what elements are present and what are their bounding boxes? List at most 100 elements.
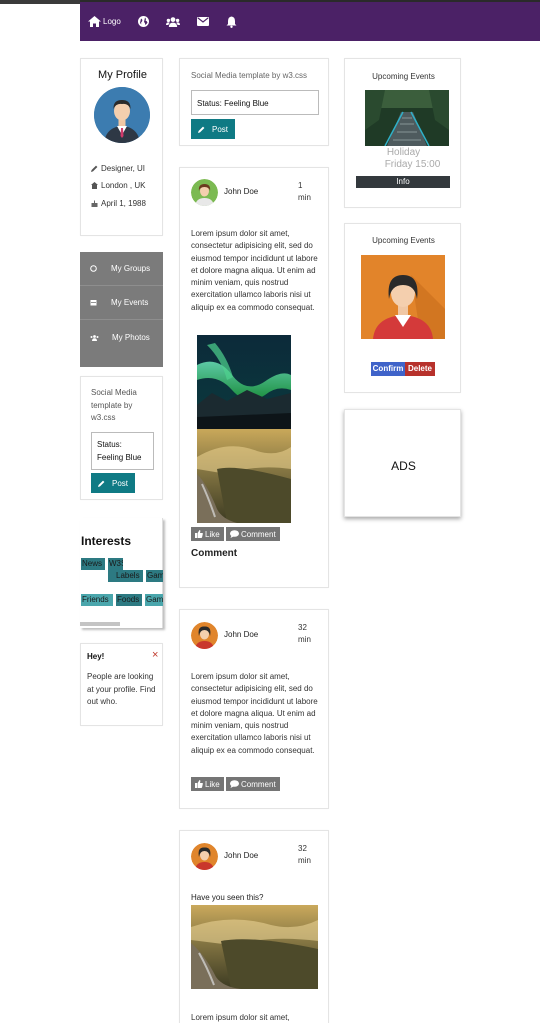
calendar-icon (90, 300, 97, 306)
globe-icon (137, 16, 149, 27)
menu-my-events[interactable]: My Events (80, 286, 163, 320)
post-3-text: Lorem ipsum dolor sit amet, (191, 1013, 290, 1022)
profile-job-row: Designer, UI (91, 164, 145, 173)
event-info-button[interactable]: Info (356, 176, 450, 188)
menu-my-photos[interactable]: My Photos (80, 320, 163, 367)
post-1-text: Lorem ipsum dolor sit amet, consectetur … (191, 229, 318, 312)
ads-label: ADS (391, 459, 416, 473)
left-status-card: Social Media template by w3.css Status: … (80, 376, 163, 500)
left-post-label: Post (111, 478, 128, 488)
friend-confirm-button[interactable]: Confirm (371, 362, 405, 376)
home-logo-link[interactable]: Logo (88, 2, 121, 41)
post-2-time: 32 min (298, 623, 311, 644)
pencil-icon (197, 126, 205, 133)
profile-card: My Profile Designer, UI London , UK Apri… (80, 58, 163, 236)
events-title: Upcoming Events (372, 72, 435, 81)
globe-link[interactable] (137, 2, 149, 41)
interests-title: Interests (81, 534, 132, 548)
profile-birthday-row: April 1, 1988 (91, 199, 146, 208)
post-card-1: John Doe 1 min Lorem ipsum dolor sit ame… (179, 167, 329, 588)
profile-birthday: April 1, 1988 (101, 199, 146, 208)
post-3-time: 32 min (298, 844, 311, 865)
post-1-image-mountains[interactable] (197, 429, 291, 523)
post-2-like-button[interactable]: Like (191, 777, 224, 791)
interests-card: Interests News W3Schools Labels Games Fr… (80, 518, 163, 628)
logo-label: Logo (103, 17, 121, 26)
post-1-time: 1 min (298, 181, 311, 202)
menu-my-events-label: My Events (111, 298, 149, 307)
event-name: Holiday (386, 147, 421, 158)
menu-my-groups-label: My Groups (111, 264, 151, 273)
profile-avatar (94, 87, 150, 143)
friend-delete-button[interactable]: Delete (405, 362, 435, 376)
post-2-like-label: Like (205, 779, 220, 789)
interest-tag-news[interactable]: News (81, 558, 105, 570)
users-icon (165, 16, 180, 27)
post-3-image-mountains[interactable] (191, 905, 318, 989)
post-2-text: Lorem ipsum dolor sit amet, consectetur … (191, 672, 318, 755)
alert-card: Hey! × People are looking at your profil… (80, 643, 163, 726)
post-card-3: John Doe 32 min Have you seen this? Lore… (179, 830, 329, 1023)
thumbs-up-icon (195, 780, 203, 788)
menu-my-groups[interactable]: My Groups (80, 252, 163, 286)
composer-post-label: Post (211, 124, 228, 134)
post-1-like-button[interactable]: Like (191, 527, 224, 541)
messages-link[interactable] (196, 2, 209, 41)
post-2-author[interactable]: John Doe (224, 630, 258, 639)
post-2-comment-label: Comment (241, 779, 276, 789)
post-1-comment-heading: Comment (191, 548, 238, 559)
composer-card: Social Media template by w3.css Status: … (179, 58, 329, 146)
composer-status-input[interactable]: Status: Feeling Blue (191, 90, 319, 115)
events-card: Upcoming Events Holiday Friday 15:00 Inf… (344, 58, 461, 208)
composer-caption: Social Media template by w3.css (191, 71, 308, 80)
interest-tag-friends[interactable]: Friends (81, 594, 113, 606)
left-post-button[interactable]: Post (91, 473, 135, 493)
friends-link[interactable] (165, 2, 180, 41)
post-1-avatar (191, 179, 218, 206)
friend-request-title: Upcoming Events (372, 236, 435, 245)
post-3-author[interactable]: John Doe (224, 851, 258, 860)
top-navbar: Logo (80, 0, 540, 41)
post-1-author[interactable]: John Doe (224, 187, 258, 196)
thumbs-up-icon (195, 530, 203, 538)
friend-request-card: Upcoming Events Confirm Delete (344, 223, 461, 393)
interests-scrollbar[interactable] (80, 622, 120, 626)
interest-tag-labels[interactable]: Labels (115, 570, 143, 582)
alert-close-button[interactable]: × (152, 649, 158, 661)
home-small-icon (91, 182, 98, 189)
profile-location: London , UK (101, 181, 146, 190)
ads-card[interactable]: ADS (344, 409, 461, 517)
pencil-icon (91, 165, 98, 172)
post-1-comment-button[interactable]: Comment (226, 527, 280, 541)
event-time: Friday 15:00 (384, 159, 441, 170)
comment-icon (230, 780, 239, 788)
menu-my-photos-label: My Photos (112, 333, 150, 342)
profile-location-row: London , UK (91, 181, 145, 190)
comment-icon (230, 530, 239, 538)
home-icon (88, 16, 101, 27)
profile-job: Designer, UI (101, 164, 146, 173)
event-image-bridge[interactable] (365, 90, 449, 146)
pencil-icon (97, 480, 105, 487)
post-1-image-aurora[interactable] (197, 335, 291, 429)
interest-tag-games-2[interactable]: Games (145, 594, 163, 606)
profile-title: My Profile (98, 69, 147, 81)
left-status-input[interactable]: Status: Feeling Blue (91, 432, 154, 470)
post-2-comment-button[interactable]: Comment (226, 777, 280, 791)
friend-request-avatar (361, 255, 445, 339)
left-status-caption: Social Media template by w3.css (91, 388, 137, 422)
birthday-cake-icon (91, 200, 98, 207)
notifications-link[interactable] (226, 2, 237, 41)
alert-title: Hey! (87, 652, 105, 661)
interest-tag-games[interactable]: Games (146, 570, 163, 582)
circle-icon (90, 265, 97, 272)
interest-tag-foods[interactable]: Foods (116, 594, 142, 606)
post-3-avatar (191, 843, 218, 870)
envelope-icon (196, 17, 209, 26)
post-1-comment-label: Comment (241, 529, 276, 539)
post-1-like-label: Like (205, 529, 220, 539)
left-menu: My Groups My Events My Photos (80, 252, 163, 367)
composer-post-button[interactable]: Post (191, 119, 235, 139)
bell-icon (226, 16, 237, 28)
post-2-avatar (191, 622, 218, 649)
